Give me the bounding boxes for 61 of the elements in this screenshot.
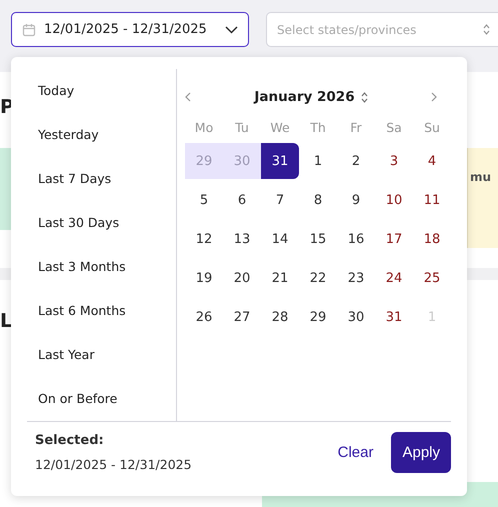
calendar-day[interactable]: 13 — [223, 221, 261, 257]
weekday-label: Sa — [385, 119, 403, 137]
weekday-label: Fr — [349, 119, 363, 137]
weekday-label: Th — [309, 119, 327, 137]
calendar-day[interactable]: 15 — [299, 221, 337, 257]
calendar-day[interactable]: 22 — [299, 260, 337, 296]
calendar-day[interactable]: 16 — [337, 221, 375, 257]
calendar-day[interactable]: 8 — [299, 182, 337, 218]
previous-month-button[interactable] — [185, 92, 191, 102]
calendar-day[interactable]: 23 — [337, 260, 375, 296]
calendar-day[interactable]: 6 — [223, 182, 261, 218]
calendar-day[interactable]: 7 — [261, 182, 299, 218]
card-text: mu — [470, 170, 492, 184]
sort-icon — [360, 92, 368, 102]
weekday-label: Mo — [194, 119, 214, 137]
calendar-day[interactable]: 12 — [185, 221, 223, 257]
preset-option[interactable]: Last 30 Days — [27, 201, 176, 245]
calendar-day[interactable]: 18 — [413, 221, 451, 257]
calendar-day[interactable]: 11 — [413, 182, 451, 218]
calendar-day[interactable]: 27 — [223, 299, 261, 335]
selected-range: 12/01/2025 - 12/31/2025 — [35, 457, 193, 472]
preset-option[interactable]: Last Year — [27, 333, 176, 377]
calendar-day[interactable]: 17 — [375, 221, 413, 257]
calendar-day[interactable]: 31 — [375, 299, 413, 335]
calendar-day[interactable]: 31 — [261, 143, 299, 179]
section-heading: L — [0, 310, 12, 332]
preset-option[interactable]: On or Before — [27, 377, 176, 421]
weekday-label: We — [269, 119, 291, 137]
calendar-day[interactable]: 3 — [375, 143, 413, 179]
calendar-day[interactable]: 24 — [375, 260, 413, 296]
weekday-label: Tu — [234, 119, 250, 137]
calendar-icon — [22, 22, 36, 36]
calendar-day[interactable]: 19 — [185, 260, 223, 296]
calendar-day[interactable]: 21 — [261, 260, 299, 296]
calendar-day[interactable]: 9 — [337, 182, 375, 218]
calendar-day[interactable]: 20 — [223, 260, 261, 296]
calendar-day[interactable]: 14 — [261, 221, 299, 257]
sort-icon — [483, 24, 490, 35]
chevron-down-icon — [225, 26, 238, 34]
date-range-field[interactable]: 12/01/2025 - 12/31/2025 — [11, 12, 249, 47]
preset-option[interactable]: Last 7 Days — [27, 157, 176, 201]
preset-option[interactable]: Last 6 Months — [27, 289, 176, 333]
calendar-day[interactable]: 2 — [337, 143, 375, 179]
calendar-day[interactable]: 28 — [261, 299, 299, 335]
preset-option[interactable]: Last 3 Months — [27, 245, 176, 289]
preset-option[interactable]: Yesterday — [27, 113, 176, 157]
weekday-label: Su — [423, 119, 441, 137]
calendar-day[interactable]: 10 — [375, 182, 413, 218]
apply-button[interactable]: Apply — [391, 432, 451, 473]
next-month-button[interactable] — [430, 92, 437, 102]
calendar-day[interactable]: 4 — [413, 143, 451, 179]
calendar-day[interactable]: 1 — [299, 143, 337, 179]
preset-option[interactable]: Today — [27, 69, 176, 113]
calendar-day[interactable]: 5 — [185, 182, 223, 218]
calendar-day[interactable]: 30 — [337, 299, 375, 335]
calendar-day[interactable]: 29 — [299, 299, 337, 335]
clear-button[interactable]: Clear — [328, 440, 384, 465]
calendar-day[interactable]: 26 — [185, 299, 223, 335]
selected-label: Selected: — [35, 433, 105, 448]
month-selector[interactable]: January 2026 — [254, 89, 368, 105]
calendar-day[interactable]: 25 — [413, 260, 451, 296]
